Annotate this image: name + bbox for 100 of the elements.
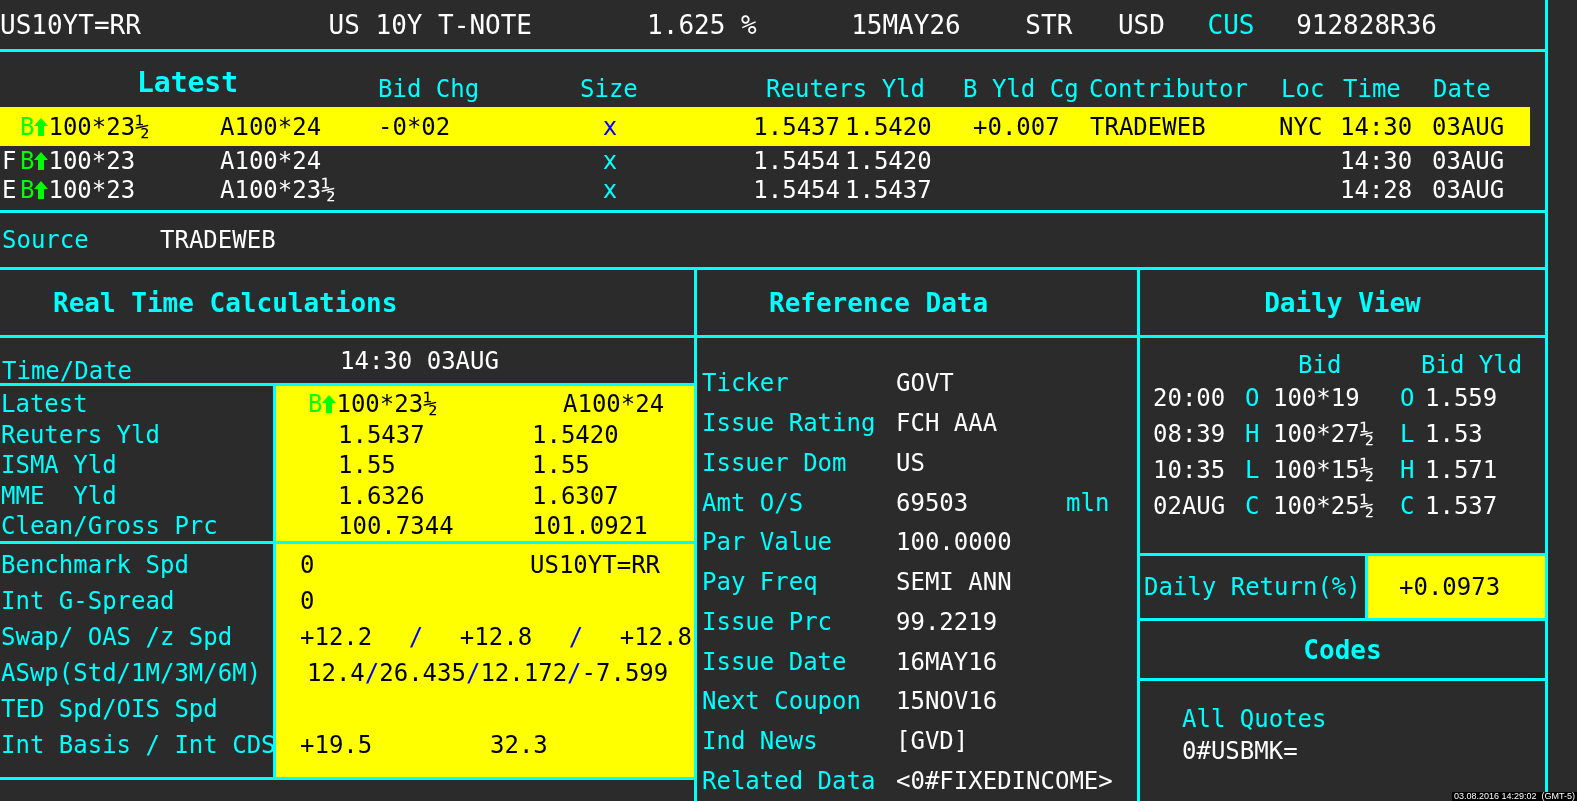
unit-label: mln — [1066, 490, 1110, 515]
table-cell: TRADEWEB — [1090, 114, 1206, 139]
daily-yield: 1.537 — [1425, 494, 1498, 519]
time-date-label: Time/Date — [1, 359, 134, 384]
table-cell: -0*02 — [378, 114, 451, 139]
header-field: 1.625 % — [647, 11, 852, 38]
reference-value: <0#FIXEDINCOME> — [896, 767, 1113, 796]
calc-value: +12.8 — [619, 623, 692, 652]
separator-slash: / — [567, 659, 582, 688]
reference-label: Issue Prc — [702, 609, 834, 634]
calc-label: Int Basis / Int CDS — [0, 733, 276, 758]
bid-flag-letter: L — [1245, 458, 1261, 483]
header-field: 912828R36 — [1296, 11, 1545, 38]
table-cell: 14:30 — [1340, 148, 1413, 173]
reference-label: Pay Freq — [702, 570, 819, 595]
bid-side-marker: B — [20, 177, 35, 202]
reference-label: Next Coupon — [702, 689, 862, 714]
calc-value: 1.5437 — [338, 422, 425, 447]
calc-value: 0 — [300, 553, 315, 578]
table-cell: A100*23½ — [220, 177, 336, 202]
table-cell: x — [602, 148, 618, 173]
table-cell: E — [2, 177, 17, 202]
reference-value: 15NOV16 — [896, 687, 999, 716]
daily-yield: 1.571 — [1425, 458, 1498, 483]
column-header: Size — [580, 77, 638, 102]
column-header: Bid — [1298, 353, 1343, 378]
column-header: Reuters Yld — [766, 77, 925, 102]
table-cell: 1.5420 — [845, 148, 932, 173]
calc-value: 1.6326 — [338, 483, 425, 508]
panel-title: Daily View — [1264, 289, 1421, 316]
daily-time: 20:00 — [1153, 386, 1227, 411]
daily-bid: 100*19 — [1273, 386, 1361, 411]
reference-value: 69503 — [896, 488, 970, 517]
source-label: Source — [1, 228, 90, 252]
calc-value: +12.8 — [459, 623, 533, 652]
calc-label: Int G-Spread — [0, 589, 175, 614]
reference-label: Related Data — [702, 769, 877, 794]
daily-bid: 100*27½ — [1273, 422, 1376, 447]
calc-value: 1.6307 — [532, 483, 619, 508]
reference-label: Issuer Dom — [702, 450, 848, 475]
daily-time: 02AUG — [1153, 494, 1227, 519]
daily-return-value: +0.0973 — [1368, 556, 1545, 619]
header-field: US10YT=RR — [0, 11, 329, 38]
calc-value: 12.172 — [480, 659, 568, 688]
bid-side-marker: B — [20, 148, 35, 173]
header-field: CUS — [1207, 11, 1297, 38]
column-header: Bid Yld — [1421, 353, 1523, 378]
yield-flag-letter: H — [1400, 458, 1416, 483]
calc-label: ASwp(Std/1M/3M/6M) — [0, 661, 262, 686]
reference-value: 99.2219 — [896, 607, 999, 636]
header-field: US 10Y T-NOTE — [328, 11, 648, 38]
separator-slash: / — [465, 659, 481, 688]
daily-return-label: Daily Return(%) — [1144, 575, 1361, 600]
calc-label: TED Spd/OIS Spd — [0, 697, 218, 722]
calc-label: Reuters Yld — [0, 422, 160, 447]
table-cell: 1.5420 — [845, 114, 932, 139]
header-field: 15MAY26 — [851, 11, 1026, 38]
reference-value: US — [896, 448, 926, 477]
bid-side-marker: B — [20, 114, 35, 139]
yield-flag-letter: C — [1400, 494, 1416, 519]
bid-flag-letter: O — [1245, 386, 1261, 411]
bid-price: 100*23 — [48, 148, 136, 173]
table-cell: x — [602, 177, 618, 202]
table-cell: 03AUG — [1432, 114, 1505, 139]
reference-label: Ind News — [702, 729, 819, 754]
daily-yield: 1.53 — [1425, 422, 1483, 447]
yield-flag-letter: L — [1400, 422, 1416, 447]
source-value: TRADEWEB — [160, 228, 276, 252]
calc-value: -7.599 — [581, 659, 669, 688]
column-header: Latest — [136, 69, 239, 98]
reference-value: GOVT — [896, 369, 955, 398]
calc-label: Latest — [0, 392, 88, 417]
reference-label: Issue Rating — [702, 410, 877, 435]
reference-label: Ticker — [702, 371, 790, 396]
calc-value: A100*24 — [563, 392, 665, 417]
quote-row[interactable]: B 100*23½ A100*24 -0*02 x 1.5437 1.5420 +0.007 TRADEWEB NYC 14:30 03AUG — [0, 107, 1530, 147]
quote-row[interactable]: F B 100*23 A100*24 x 1.5454 1.5420 14:30 03AUG — [0, 146, 1530, 176]
calc-value: +19.5 — [300, 733, 373, 758]
column-header: Time — [1343, 77, 1401, 102]
calc-value: 26.435 — [379, 659, 466, 688]
bid-price: 100*23½ — [336, 392, 438, 417]
separator-slash: / — [364, 659, 380, 688]
table-cell: A100*24 — [220, 114, 322, 139]
calc-value: 101.0921 — [532, 514, 648, 539]
header-field: USD — [1117, 11, 1208, 38]
bid-side-marker: B — [308, 392, 323, 417]
column-header: Loc — [1281, 77, 1325, 102]
reference-value: [GVD] — [896, 727, 970, 756]
table-cell: A100*24 — [220, 148, 322, 173]
panel-title: Reference Data — [769, 289, 989, 316]
calc-value: 12.4 — [307, 659, 365, 688]
calc-value: 0 — [300, 589, 315, 614]
table-cell: 14:30 — [1340, 114, 1413, 139]
daily-yield: 1.559 — [1425, 386, 1498, 411]
column-header: Contributor — [1089, 77, 1248, 102]
column-header: Date — [1433, 77, 1491, 102]
reference-label: Par Value — [702, 530, 834, 555]
table-cell: 1.5437 — [845, 177, 932, 202]
table-cell: 03AUG — [1432, 177, 1505, 202]
quote-row[interactable]: E B 100*23 A100*23½ x 1.5454 1.5437 14:28 03AUG — [0, 175, 1530, 205]
